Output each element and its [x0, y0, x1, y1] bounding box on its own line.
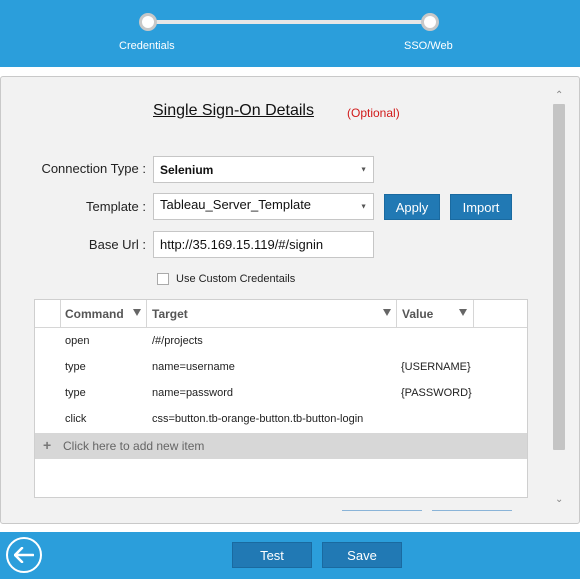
import-button[interactable]: Import	[450, 194, 512, 220]
dropdown-caret-icon: ▼	[360, 166, 367, 173]
base-url-input[interactable]: http://35.169.15.119/#/signin	[153, 231, 374, 258]
value-cell: {PASSWORD}	[401, 387, 472, 399]
connection-type-select[interactable]: Selenium ▼	[153, 156, 374, 183]
target-cell: css=button.tb-orange-button.tb-button-lo…	[152, 413, 364, 425]
divider-line	[342, 510, 422, 511]
base-url-value: http://35.169.15.119/#/signin	[160, 237, 324, 252]
template-value: Tableau_Server_Template	[160, 197, 312, 212]
template-label: Template :	[86, 199, 146, 214]
base-url-label: Base Url :	[88, 237, 146, 252]
column-separator	[473, 300, 474, 328]
table-row[interactable]: open /#/projects	[35, 329, 527, 355]
wizard-progress-track	[148, 20, 430, 24]
command-cell: type	[65, 361, 86, 373]
command-filter-icon[interactable]	[133, 309, 141, 316]
command-cell: type	[65, 387, 86, 399]
back-arrow-icon	[14, 547, 34, 563]
connection-type-value: Selenium	[160, 162, 214, 177]
scrollbar-thumb[interactable]	[553, 104, 565, 450]
column-separator	[146, 300, 147, 328]
command-grid: Command Target Value open /#/projects ty…	[34, 299, 528, 498]
step-label-credentials: Credentials	[119, 40, 175, 52]
column-header-command[interactable]: Command	[65, 307, 124, 321]
back-button[interactable]	[6, 537, 42, 573]
scroll-up-arrow-icon[interactable]: ⌃	[555, 90, 563, 101]
column-separator	[60, 300, 61, 328]
column-header-value[interactable]: Value	[402, 307, 433, 321]
table-row[interactable]: type name=password {PASSWORD}	[35, 381, 527, 407]
target-cell: name=username	[152, 361, 235, 373]
wizard-header: Credentials SSO/Web	[0, 0, 580, 67]
plus-icon: +	[43, 437, 52, 453]
add-new-item-label: Click here to add new item	[63, 439, 205, 453]
target-filter-icon[interactable]	[383, 309, 391, 316]
column-separator	[396, 300, 397, 328]
command-cell: click	[65, 413, 87, 425]
dropdown-caret-icon: ▼	[360, 203, 367, 210]
target-cell: /#/projects	[152, 335, 203, 347]
table-row[interactable]: click css=button.tb-orange-button.tb-but…	[35, 407, 527, 433]
optional-tag: (Optional)	[347, 106, 400, 120]
step-dot-sso-web[interactable]	[421, 13, 439, 31]
step-label-sso-web: SSO/Web	[404, 40, 453, 52]
scroll-down-arrow-icon[interactable]: ⌄	[555, 494, 563, 505]
value-filter-icon[interactable]	[459, 309, 467, 316]
test-button[interactable]: Test	[232, 542, 312, 568]
custom-credentials-checkbox[interactable]	[157, 273, 169, 285]
connection-type-label: Connection Type :	[41, 161, 146, 176]
command-cell: open	[65, 335, 90, 347]
grid-header: Command Target Value	[35, 300, 527, 328]
column-header-target[interactable]: Target	[152, 307, 188, 321]
value-cell: {USERNAME}	[401, 361, 471, 373]
apply-button[interactable]: Apply	[384, 194, 440, 220]
table-row[interactable]: type name=username {USERNAME}	[35, 355, 527, 381]
divider-line	[432, 510, 512, 511]
custom-credentials-label: Use Custom Credentails	[176, 273, 296, 285]
save-button[interactable]: Save	[322, 542, 402, 568]
page-title: Single Sign-On Details	[153, 102, 314, 119]
add-new-item-row[interactable]: + Click here to add new item	[35, 433, 527, 459]
target-cell: name=password	[152, 387, 234, 399]
step-dot-credentials[interactable]	[139, 13, 157, 31]
template-select[interactable]: Tableau_Server_Template ▼	[153, 193, 374, 220]
